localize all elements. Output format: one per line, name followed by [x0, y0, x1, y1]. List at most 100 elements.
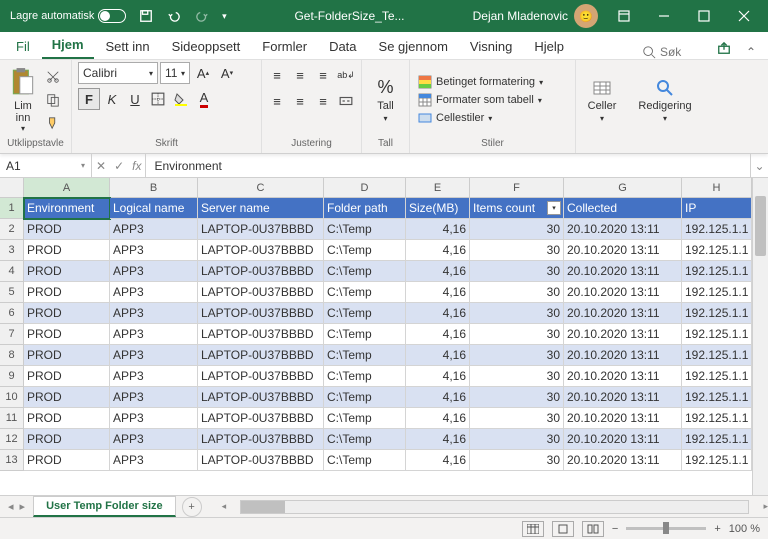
- insert-function-button[interactable]: fx: [132, 159, 141, 173]
- cell-D13[interactable]: C:\Temp: [324, 450, 406, 471]
- autosave-toggle[interactable]: Lagre automatisk: [4, 9, 132, 23]
- cell-B4[interactable]: APP3: [110, 261, 198, 282]
- cell-D3[interactable]: C:\Temp: [324, 240, 406, 261]
- cell-E10[interactable]: 4,16: [406, 387, 470, 408]
- horizontal-scrollbar[interactable]: ◂ ▸: [222, 500, 768, 514]
- scroll-thumb[interactable]: [755, 196, 766, 256]
- cell-B7[interactable]: APP3: [110, 324, 198, 345]
- close-button[interactable]: [724, 0, 764, 32]
- cell-C10[interactable]: LAPTOP-0U37BBBD: [198, 387, 324, 408]
- cell-B9[interactable]: APP3: [110, 366, 198, 387]
- cell-D6[interactable]: C:\Temp: [324, 303, 406, 324]
- format-painter-button[interactable]: [43, 113, 63, 133]
- cell-H4[interactable]: 192.125.1.1: [682, 261, 752, 282]
- cell-E4[interactable]: 4,16: [406, 261, 470, 282]
- table-header-C[interactable]: Server name: [198, 198, 324, 219]
- cell-H2[interactable]: 192.125.1.1: [682, 219, 752, 240]
- format-as-table-button[interactable]: Formater som tabell▾: [416, 92, 545, 108]
- cell-H12[interactable]: 192.125.1.1: [682, 429, 752, 450]
- cell-G7[interactable]: 20.10.2020 13:11: [564, 324, 682, 345]
- align-right-button[interactable]: ≡: [312, 90, 334, 112]
- save-button[interactable]: [132, 2, 160, 30]
- minimize-button[interactable]: [644, 0, 684, 32]
- redo-button[interactable]: [188, 2, 216, 30]
- tab-formulas[interactable]: Formler: [252, 34, 317, 59]
- merge-button[interactable]: [335, 90, 357, 112]
- row-header-9[interactable]: 9: [0, 366, 24, 387]
- editing-button[interactable]: Redigering ▾: [643, 68, 687, 132]
- cell-D2[interactable]: C:\Temp: [324, 219, 406, 240]
- enter-formula-button[interactable]: ✓: [114, 159, 124, 173]
- font-color-button[interactable]: A: [193, 88, 215, 110]
- row-header-13[interactable]: 13: [0, 450, 24, 471]
- cell-G4[interactable]: 20.10.2020 13:11: [564, 261, 682, 282]
- table-header-A[interactable]: Environment: [24, 198, 110, 219]
- cell-E2[interactable]: 4,16: [406, 219, 470, 240]
- normal-view-button[interactable]: [522, 521, 544, 537]
- cell-G13[interactable]: 20.10.2020 13:11: [564, 450, 682, 471]
- shrink-font-button[interactable]: A▾: [216, 62, 238, 84]
- column-header-D[interactable]: D: [324, 178, 406, 198]
- cell-B11[interactable]: APP3: [110, 408, 198, 429]
- cell-H3[interactable]: 192.125.1.1: [682, 240, 752, 261]
- cell-C9[interactable]: LAPTOP-0U37BBBD: [198, 366, 324, 387]
- row-header-7[interactable]: 7: [0, 324, 24, 345]
- cell-F5[interactable]: 30: [470, 282, 564, 303]
- cell-F13[interactable]: 30: [470, 450, 564, 471]
- sheet-tab-active[interactable]: User Temp Folder size: [33, 496, 176, 517]
- cell-F9[interactable]: 30: [470, 366, 564, 387]
- cell-A5[interactable]: PROD: [24, 282, 110, 303]
- expand-formula-bar-button[interactable]: ⌄: [750, 154, 768, 177]
- cell-C7[interactable]: LAPTOP-0U37BBBD: [198, 324, 324, 345]
- cell-G5[interactable]: 20.10.2020 13:11: [564, 282, 682, 303]
- cell-G9[interactable]: 20.10.2020 13:11: [564, 366, 682, 387]
- cell-A6[interactable]: PROD: [24, 303, 110, 324]
- tab-file[interactable]: Fil: [6, 34, 40, 59]
- sheet-nav-prev[interactable]: ◂: [8, 500, 14, 513]
- row-header-3[interactable]: 3: [0, 240, 24, 261]
- align-bottom-button[interactable]: ≡: [312, 64, 334, 86]
- align-top-button[interactable]: ≡: [266, 64, 288, 86]
- cell-H9[interactable]: 192.125.1.1: [682, 366, 752, 387]
- cell-C13[interactable]: LAPTOP-0U37BBBD: [198, 450, 324, 471]
- cell-F2[interactable]: 30: [470, 219, 564, 240]
- table-header-G[interactable]: Collected: [564, 198, 682, 219]
- font-name-select[interactable]: Calibri▾: [78, 62, 158, 84]
- cell-C4[interactable]: LAPTOP-0U37BBBD: [198, 261, 324, 282]
- cell-F12[interactable]: 30: [470, 429, 564, 450]
- cell-C3[interactable]: LAPTOP-0U37BBBD: [198, 240, 324, 261]
- cell-B2[interactable]: APP3: [110, 219, 198, 240]
- grow-font-button[interactable]: A▴: [192, 62, 214, 84]
- cell-B8[interactable]: APP3: [110, 345, 198, 366]
- zoom-slider[interactable]: [626, 527, 706, 530]
- cell-D5[interactable]: C:\Temp: [324, 282, 406, 303]
- search-input[interactable]: [660, 45, 700, 59]
- tab-data[interactable]: Data: [319, 34, 366, 59]
- italic-button[interactable]: K: [101, 88, 123, 110]
- cell-H10[interactable]: 192.125.1.1: [682, 387, 752, 408]
- page-layout-view-button[interactable]: [552, 521, 574, 537]
- account-button[interactable]: Dejan Mladenovic 🙂: [467, 4, 604, 28]
- cell-E6[interactable]: 4,16: [406, 303, 470, 324]
- cell-F3[interactable]: 30: [470, 240, 564, 261]
- cell-B13[interactable]: APP3: [110, 450, 198, 471]
- add-sheet-button[interactable]: +: [182, 497, 202, 517]
- cell-A8[interactable]: PROD: [24, 345, 110, 366]
- wrap-text-button[interactable]: ab↲: [335, 64, 357, 86]
- cell-H13[interactable]: 192.125.1.1: [682, 450, 752, 471]
- select-all-corner[interactable]: [0, 178, 24, 198]
- conditional-formatting-button[interactable]: Betinget formatering▾: [416, 74, 545, 90]
- cell-B10[interactable]: APP3: [110, 387, 198, 408]
- table-header-B[interactable]: Logical name: [110, 198, 198, 219]
- cell-E11[interactable]: 4,16: [406, 408, 470, 429]
- qat-dropdown[interactable]: ▾: [216, 2, 232, 30]
- sheet-nav-next[interactable]: ▸: [20, 500, 26, 513]
- cell-E3[interactable]: 4,16: [406, 240, 470, 261]
- cut-button[interactable]: [43, 67, 63, 87]
- font-size-select[interactable]: 11▾: [160, 62, 190, 84]
- cell-D12[interactable]: C:\Temp: [324, 429, 406, 450]
- border-button[interactable]: [147, 88, 169, 110]
- align-left-button[interactable]: ≡: [266, 90, 288, 112]
- cell-C2[interactable]: LAPTOP-0U37BBBD: [198, 219, 324, 240]
- cell-G8[interactable]: 20.10.2020 13:11: [564, 345, 682, 366]
